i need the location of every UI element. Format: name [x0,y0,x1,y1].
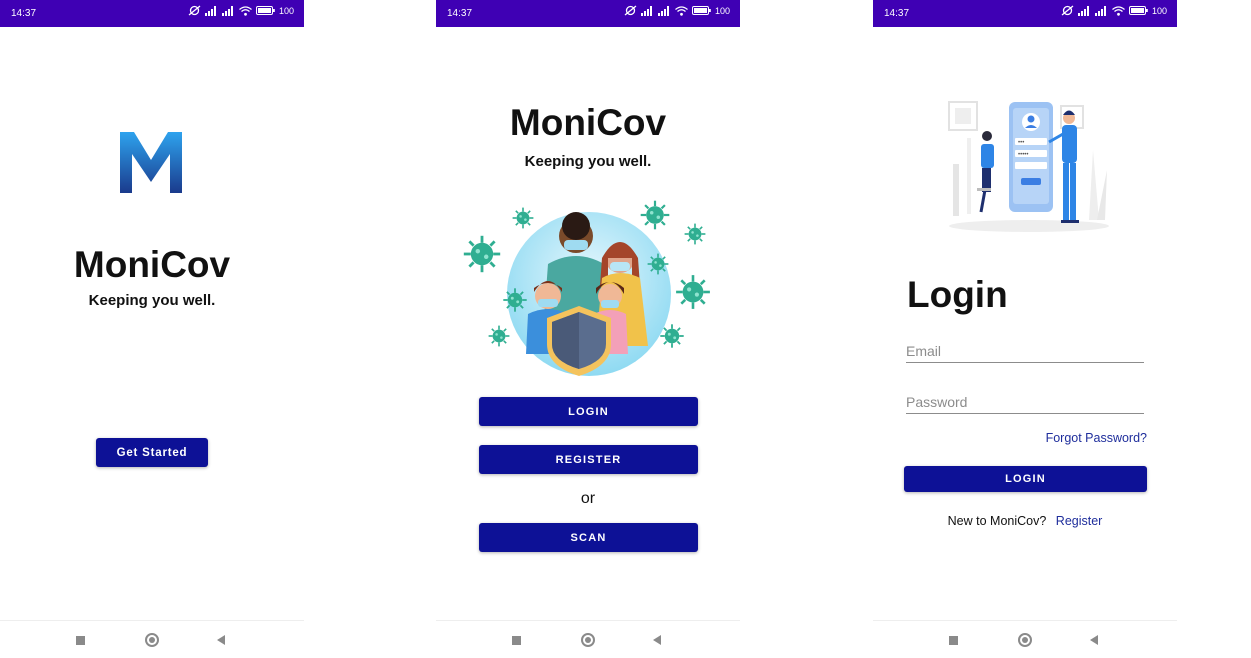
login-screen: 14:37 100 ••• ••••• Login Email Forgot P… [873,0,1177,658]
welcome-screen: 14:37 100 MoniCov Keeping you well. LOGI… [436,0,740,658]
dnd-off-icon [624,5,637,16]
dnd-off-icon [1061,5,1074,16]
svg-text:•••: ••• [1018,140,1024,146]
status-bar: 14:37 100 [0,0,304,27]
signal-icon [204,5,216,16]
status-icons: 100 [188,5,294,16]
app-tagline: Keeping you well. [88,292,216,309]
app-tagline: Keeping you well. [524,153,652,170]
scan-button[interactable]: SCAN [479,523,698,552]
recents-icon[interactable] [949,636,958,645]
home-icon[interactable] [145,633,159,647]
back-icon[interactable] [1090,635,1098,645]
home-icon[interactable] [581,633,595,647]
signal-icon [640,5,652,16]
wifi-icon [1112,5,1125,16]
splash-screen: 14:37 100 MoniCov Keeping you well. Get … [0,0,304,658]
battery-icon [691,6,711,15]
family-virus-illustration [462,199,712,376]
battery-level: 100 [714,5,730,16]
app-title: MoniCov [509,102,667,143]
new-user-text: New to MoniCov? [947,514,1047,528]
battery-icon [255,6,275,15]
login-submit-button[interactable]: LOGIN [904,466,1147,492]
register-button[interactable]: REGISTER [479,445,698,474]
back-icon[interactable] [217,635,225,645]
system-nav-bar [0,620,304,658]
status-icons: 100 [624,5,730,16]
back-icon[interactable] [653,635,661,645]
status-bar: 14:37 100 [436,0,740,27]
register-prompt: New to MoniCov? Register [873,514,1177,528]
dnd-off-icon [188,5,201,16]
recents-icon[interactable] [512,636,521,645]
home-icon[interactable] [1018,633,1032,647]
status-bar: 14:37 100 [873,0,1177,27]
recents-icon[interactable] [76,636,85,645]
or-separator: or [580,490,596,507]
wifi-icon [675,5,688,16]
forgot-password-link[interactable]: Forgot Password? [1046,431,1147,445]
status-icons: 100 [1061,5,1167,16]
signal-icon [221,5,233,16]
battery-level: 100 [278,5,294,16]
signal-icon [1094,5,1106,16]
battery-icon [1128,6,1148,15]
login-title: Login [907,274,1008,315]
email-field[interactable] [906,340,1144,363]
battery-level: 100 [1151,5,1167,16]
system-nav-bar [436,620,740,658]
wifi-icon [239,5,252,16]
system-nav-bar [873,620,1177,658]
login-button[interactable]: LOGIN [479,397,698,426]
register-link[interactable]: Register [1056,514,1103,528]
app-title: MoniCov [73,244,231,285]
monicov-logo-icon [120,132,182,193]
get-started-button[interactable]: Get Started [96,438,208,467]
signal-icon [1077,5,1089,16]
status-time: 14:37 [11,8,37,19]
svg-text:•••••: ••••• [1018,152,1029,158]
login-illustration: ••• ••••• [948,101,1109,232]
status-time: 14:37 [884,8,910,19]
signal-icon [657,5,669,16]
status-time: 14:37 [447,8,473,19]
password-field[interactable] [906,391,1144,414]
